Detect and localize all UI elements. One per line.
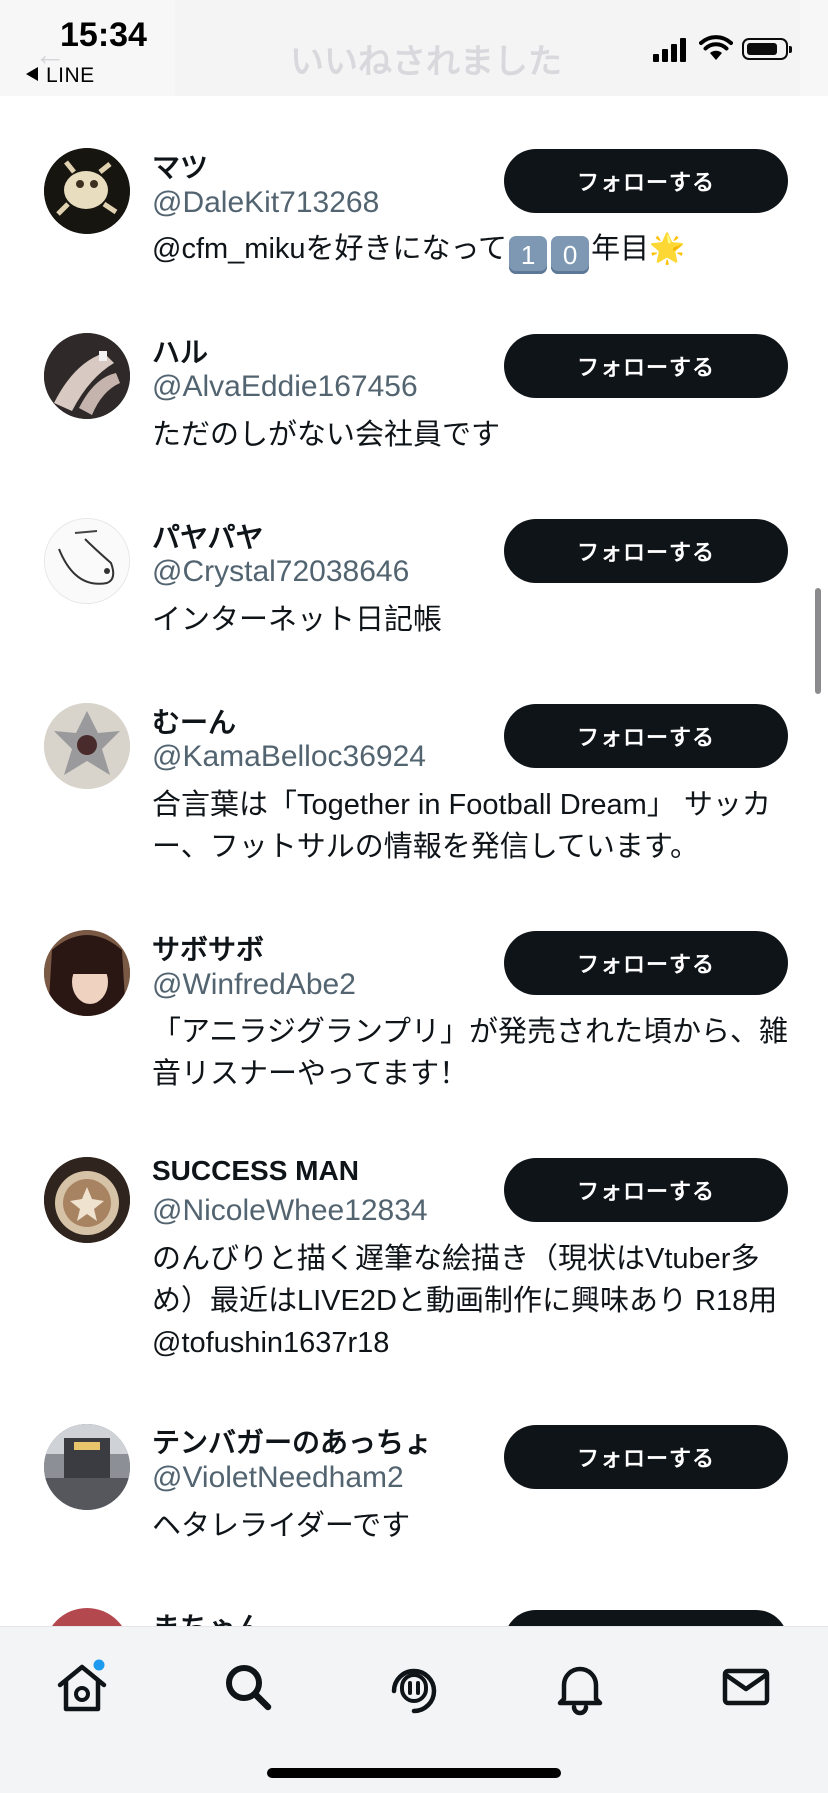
user-name: むーん [152,707,237,738]
bell-icon [557,1666,603,1716]
user-name: ハル [152,337,209,368]
keycap-zero-emoji: 0 [551,236,590,274]
user-bio: 合言葉は「Together in Football Dream」 サッカー、フッ… [152,789,771,863]
follow-button[interactable]: フォローする [504,704,788,768]
status-bar: ← いいねされました 15:34 LINE [0,0,828,96]
user-bio: のんびりと描く遅筆な絵描き（現状はVtuber多め）最近はLIVE2Dと動画制作… [152,1243,778,1359]
page-title: いいねされました [290,43,562,81]
tab-home[interactable] [52,1657,112,1717]
follow-button[interactable]: フォローする [504,334,788,398]
user-name: SUCCESS MAN [152,1155,359,1186]
avatar[interactable] [44,518,130,604]
user-bio: ヘタレライダーです [152,1510,411,1542]
user-handle[interactable]: @AlvaEddie167456 [152,370,418,404]
battery-icon [742,38,792,60]
follow-button[interactable]: フォローする [504,519,788,583]
user-name: サボサボ [152,934,265,965]
user-handle[interactable]: @NicoleWhee12834 [152,1194,428,1228]
user-handle[interactable]: @DaleKit713268 [152,186,379,220]
mail-icon [722,1668,770,1706]
avatar[interactable] [44,1157,130,1243]
back-to-app-link[interactable]: LINE [26,64,95,88]
wifi-icon [699,35,733,60]
back-app-label: LINE [46,64,95,87]
cellular-signal-icon [653,38,691,62]
search-icon [226,1665,272,1711]
user-name: マツ [152,152,209,183]
user-bio: インターネット日記帳 [152,604,443,636]
avatar[interactable] [44,333,130,419]
follow-button[interactable]: フォローする [504,1158,788,1222]
avatar[interactable] [44,148,130,234]
user-handle[interactable]: @KamaBelloc36924 [152,740,426,774]
user-bio: @cfm_mikuを好きになって 1 0 年目🌟 [152,228,792,274]
status-time: 15:34 [60,16,147,54]
user-handle[interactable]: @Crystal72038646 [152,555,409,589]
avatar[interactable] [44,703,130,789]
notification-dot [93,1659,105,1671]
back-triangle-icon [26,67,38,82]
keycap-one-emoji: 1 [509,236,548,274]
user-handle[interactable]: @WinfredAbe2 [152,968,356,1002]
tab-search[interactable] [218,1657,278,1717]
tab-notifications[interactable] [550,1657,610,1717]
user-bio: ただのしがない会社員です [152,419,501,451]
tab-messages[interactable] [716,1657,776,1717]
home-icon [57,1659,107,1712]
follow-button[interactable]: フォローする [504,931,788,995]
user-handle[interactable]: @VioletNeedham2 [152,1461,404,1495]
bio-text-suffix: 年目 [591,233,650,265]
user-name: パヤパヤ [152,522,264,553]
bio-text: @cfm_mikuを好きになって [152,233,508,265]
tab-spaces[interactable] [384,1657,444,1717]
user-bio: 「アニラジグランプリ」が発売された頃から、雑音リスナーやってます！ [152,1016,788,1090]
glowing-star-emoji: 🌟 [649,233,686,265]
user-name: テンバガーのあっちょ [152,1427,433,1458]
home-indicator [267,1768,561,1778]
avatar[interactable] [44,930,130,1016]
spaces-icon [391,1668,437,1714]
follow-button[interactable]: フォローする [504,149,788,213]
scrollbar[interactable] [815,588,821,694]
follow-button[interactable]: フォローする [504,1425,788,1489]
avatar[interactable] [44,1424,130,1510]
